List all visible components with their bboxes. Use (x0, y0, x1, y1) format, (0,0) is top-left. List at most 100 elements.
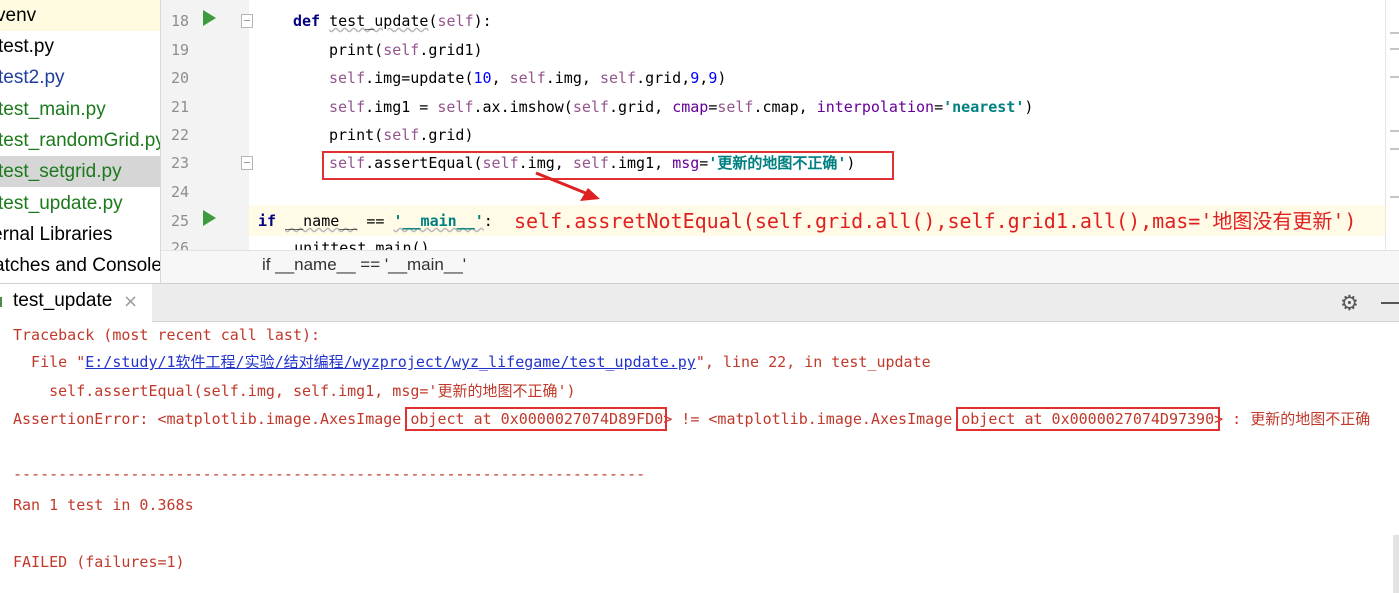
code-token: '__main__' (393, 212, 484, 230)
code-token: == (357, 212, 394, 230)
code-token: self (383, 41, 420, 59)
breadcrumb[interactable]: if __name__ == '__main__' (161, 250, 1399, 283)
file-line: File "E:/study/1软件工程/实验/结对编程/wyzproject/… (13, 349, 931, 375)
line-number: 21 (170, 98, 189, 116)
run-test-icon[interactable] (203, 10, 216, 26)
gear-icon[interactable]: ⚙ (1340, 291, 1359, 315)
tree-item-test-update-py[interactable]: test_update.py (0, 188, 160, 219)
scroll-marker (1390, 76, 1399, 78)
code-token: = (708, 98, 718, 116)
code-line-19: print(self.grid1) (329, 36, 483, 64)
code-token: self (437, 12, 474, 30)
tree-item-label: atches and Consoles (0, 255, 160, 276)
scroll-marker (1390, 32, 1399, 34)
tree-item-test-randomgrid-py[interactable]: test_randomGrid.py (0, 125, 160, 156)
code-token: .cmap, (753, 98, 817, 116)
code-token: self (437, 98, 474, 116)
code-token: , (491, 69, 510, 87)
tree-item-scratches-and-consoles[interactable]: atches and Consoles (0, 250, 160, 281)
code-token: self (572, 98, 609, 116)
output-text: File " (13, 353, 86, 371)
code-token: print( (329, 41, 384, 59)
code-token: __name__ (285, 212, 358, 230)
code-line-22: print(self.grid) (329, 121, 474, 149)
code-token: cmap (672, 98, 709, 116)
fold-icon[interactable] (241, 156, 253, 170)
code-line-output: self.assertEqual(self.img, self.img1, ms… (13, 382, 576, 400)
tree-item-test-setgrid-py[interactable]: test_setgrid.py (0, 156, 160, 187)
code-token: self (509, 69, 546, 87)
line-number: 25 (170, 212, 189, 230)
run-panel-header: test_update × ⚙ (0, 283, 1399, 322)
code-token: ) (717, 69, 727, 87)
annotation-arrow-icon (535, 171, 600, 201)
separator-line: ----------------------------------------… (13, 465, 646, 483)
console-scrollbar[interactable] (1393, 535, 1399, 593)
code-token: : (483, 212, 493, 230)
line-number: 23 (170, 154, 189, 172)
tab-test-update[interactable]: test_update × (0, 284, 152, 322)
line-number: 20 (170, 69, 189, 87)
code-token: .grid, (636, 69, 691, 87)
traceback-line: Traceback (most recent call last): (13, 326, 321, 344)
fold-icon[interactable] (241, 14, 253, 28)
code-line-18: def test_update(self): (293, 7, 492, 35)
tree-item-test-py[interactable]: test.py (0, 31, 160, 62)
scroll-marker (1390, 130, 1399, 132)
tree-item-label: venv (0, 5, 37, 26)
tree-item-test2-py[interactable]: test2.py (0, 62, 160, 93)
tree-item-external-libraries[interactable]: ernal Libraries (0, 219, 160, 250)
tree-item-test-main-py[interactable]: test_main.py (0, 94, 160, 125)
code-token: print( (329, 126, 384, 144)
tree-item-label: test_main.py (0, 99, 106, 120)
code-token: def (293, 12, 321, 30)
failed-line: FAILED (failures=1) (13, 553, 185, 571)
output-text: : 更新的地图不正确 (1223, 410, 1371, 428)
highlight-box (956, 407, 1220, 431)
ran-tests-line: Ran 1 test in 0.368s (13, 496, 194, 514)
breadcrumb-item[interactable]: if __name__ == '__main__' (262, 255, 466, 275)
line-number: 22 (170, 126, 189, 144)
code-token: self (717, 98, 754, 116)
file-link[interactable]: E:/study/1软件工程/实验/结对编程/wyzproject/wyz_li… (85, 353, 696, 371)
code-token: ( (428, 12, 438, 30)
code-token: .img1 = (365, 98, 438, 116)
code-token: .img=update( (365, 69, 474, 87)
code-token: ): (473, 12, 492, 30)
code-token: = (934, 98, 944, 116)
scroll-marker (1390, 196, 1399, 198)
output-text: != <matplotlib.image.AxesImage (672, 410, 962, 428)
highlight-box (405, 407, 667, 431)
code-line-26: unittest.main() (258, 234, 430, 250)
tree-item-label: ernal Libraries (0, 224, 113, 245)
scroll-marker (1390, 148, 1399, 150)
code-token: unittest.main() (258, 239, 430, 250)
editor-scrollbar[interactable] (1385, 0, 1399, 250)
scroll-marker (1390, 48, 1399, 50)
close-icon[interactable]: × (123, 291, 138, 312)
tree-item-label: test_setgrid.py (0, 161, 122, 182)
tab-label: test_update (13, 290, 113, 311)
code-token: , (699, 69, 709, 87)
code-token: .grid) (419, 126, 474, 144)
tree-item-label: test_update.py (0, 193, 123, 214)
code-token: self (329, 98, 366, 116)
line-number: 18 (170, 12, 189, 30)
tree-item-label: test.py (0, 36, 54, 57)
minimize-icon[interactable] (1381, 302, 1399, 304)
annotation-text: self.assretNotEqual(self.grid.all(),self… (514, 209, 1357, 233)
line-number: 24 (170, 183, 189, 201)
code-token: ) (1024, 98, 1034, 116)
code-line-25: if __name__ == '__main__': (258, 207, 493, 235)
run-main-icon[interactable] (203, 210, 216, 226)
python-run-icon (0, 297, 2, 307)
code-token: self (329, 69, 366, 87)
code-token: .img, (545, 69, 600, 87)
tree-item-label: test2.py (0, 67, 65, 88)
code-line-21: self.img1 = self.ax.imshow(self.grid, cm… (329, 93, 1033, 121)
code-token: self (599, 69, 637, 87)
tree-item-venv[interactable]: venv (0, 0, 160, 31)
project-tree: venv test.py test2.py test_main.py test_… (0, 0, 160, 283)
code-token: if (258, 212, 277, 230)
